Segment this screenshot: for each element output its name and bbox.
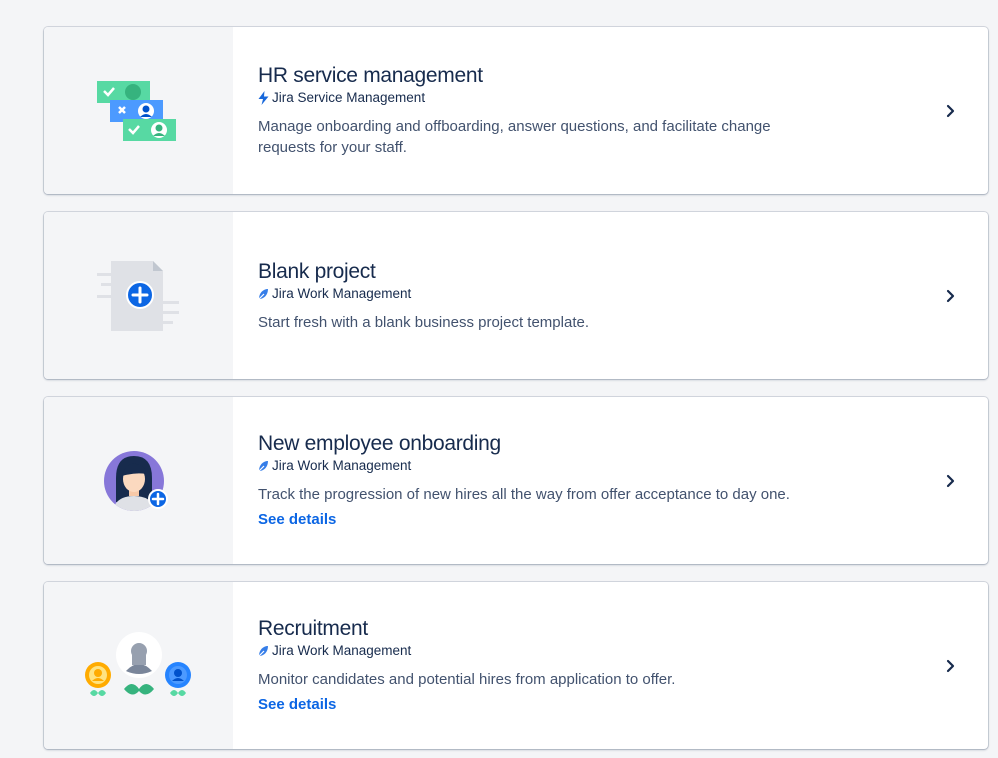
recruitment-illustration-icon bbox=[44, 582, 233, 749]
product-label: Jira Work Management bbox=[258, 285, 908, 303]
card-title: Blank project bbox=[258, 259, 376, 283]
jira-work-management-icon bbox=[258, 288, 268, 299]
product-name: Jira Work Management bbox=[272, 285, 412, 301]
jira-service-management-bolt-icon bbox=[258, 91, 269, 105]
card-description: Start fresh with a blank business projec… bbox=[258, 313, 589, 331]
product-name: Jira Service Management bbox=[272, 90, 426, 105]
chevron-right-icon[interactable] bbox=[942, 103, 958, 119]
card-content: Recruitment Jira Work Management Monitor… bbox=[233, 582, 988, 749]
card-content: New employee onboarding Jira Work Manage… bbox=[233, 397, 988, 564]
card-title: HR service management bbox=[258, 64, 483, 87]
template-card-new-employee-onboarding[interactable]: New employee onboarding Jira Work Manage… bbox=[44, 397, 988, 564]
card-description: Monitor candidates and potential hires f… bbox=[258, 671, 676, 688]
employee-onboarding-avatar-icon bbox=[44, 397, 233, 564]
blank-project-illustration-icon bbox=[44, 212, 233, 379]
card-title: New employee onboarding bbox=[258, 432, 501, 455]
see-details-link[interactable]: See details bbox=[258, 509, 336, 530]
chevron-right-icon[interactable] bbox=[942, 288, 958, 304]
card-description: Track the progression of new hires all t… bbox=[258, 486, 790, 503]
card-content: HR service management Jira Service Manag… bbox=[233, 27, 988, 194]
hr-service-illustration-icon bbox=[44, 27, 233, 194]
product-label: Jira Work Management bbox=[258, 642, 908, 660]
template-card-hr-service-management[interactable]: HR service management Jira Service Manag… bbox=[44, 27, 988, 194]
chevron-right-icon[interactable] bbox=[942, 658, 958, 674]
jira-work-management-icon bbox=[258, 461, 268, 472]
card-title: Recruitment bbox=[258, 617, 368, 640]
card-description: Manage onboarding and offboarding, answe… bbox=[258, 118, 771, 156]
product-label: Jira Work Management bbox=[258, 457, 908, 475]
chevron-right-icon[interactable] bbox=[942, 473, 958, 489]
see-details-link[interactable]: See details bbox=[258, 694, 336, 715]
product-name: Jira Work Management bbox=[272, 643, 412, 658]
product-name: Jira Work Management bbox=[272, 458, 412, 473]
jira-work-management-icon bbox=[258, 646, 268, 657]
template-card-blank-project[interactable]: Blank project Jira Work Management Start… bbox=[44, 212, 988, 379]
product-label: Jira Service Management bbox=[258, 89, 908, 107]
template-card-recruitment[interactable]: Recruitment Jira Work Management Monitor… bbox=[44, 582, 988, 749]
card-content: Blank project Jira Work Management Start… bbox=[233, 212, 988, 379]
